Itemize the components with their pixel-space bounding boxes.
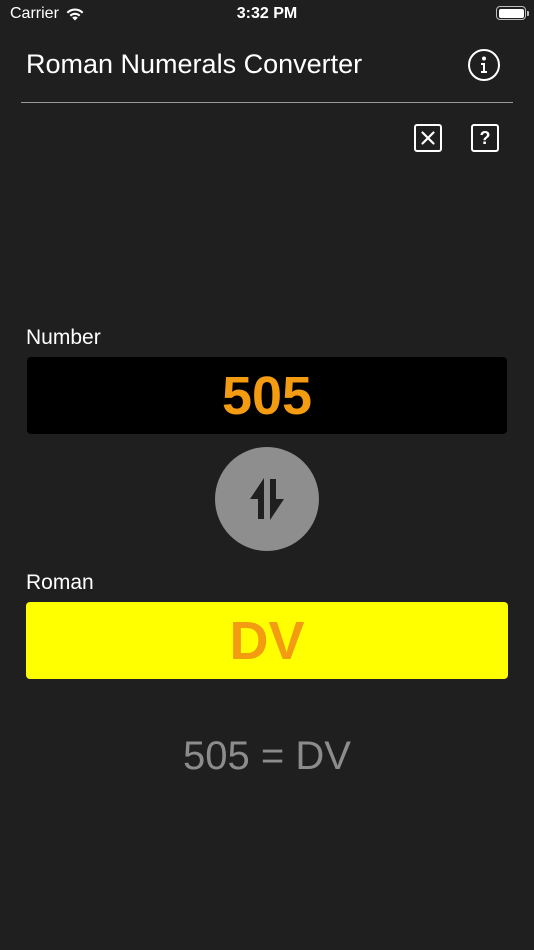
help-button[interactable]: ?	[471, 124, 499, 152]
battery-nub	[527, 11, 529, 16]
page-title: Roman Numerals Converter	[26, 49, 363, 79]
battery-icon	[496, 6, 529, 20]
question-icon: ?	[479, 128, 491, 148]
number-label: Number	[26, 326, 101, 349]
info-button[interactable]	[468, 49, 500, 81]
status-bar: Carrier 3:32 PM	[0, 0, 534, 28]
battery-level	[498, 8, 524, 18]
roman-value: DV	[229, 610, 305, 671]
roman-input[interactable]: DV	[26, 602, 508, 679]
number-value: 505	[221, 365, 313, 426]
close-icon	[421, 131, 435, 145]
status-time: 3:32 PM	[236, 5, 298, 22]
roman-label: Roman	[26, 571, 94, 594]
header-divider	[21, 102, 513, 103]
swap-arrows-icon	[250, 478, 284, 520]
conversion-result: 505 = DV	[183, 734, 351, 778]
screen: Carrier 3:32 PM Roman Numerals Converter…	[0, 0, 534, 950]
info-icon	[481, 56, 487, 73]
clear-button[interactable]	[414, 124, 442, 152]
number-input[interactable]: 505	[27, 357, 507, 434]
swap-button[interactable]	[215, 447, 319, 551]
